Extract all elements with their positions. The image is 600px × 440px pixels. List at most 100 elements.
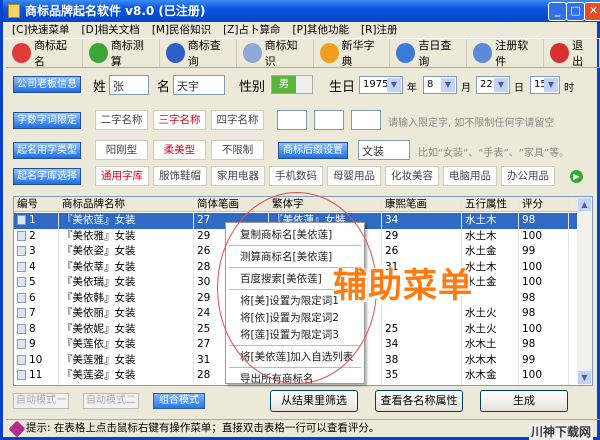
option-type_opts[interactable]: 不限制 [211,140,264,160]
toolbar-heart-button[interactable]: 商标起名 [6,39,83,68]
hour-select[interactable]: 15 ▼ [530,76,560,94]
library-button[interactable]: 起名字库选择 [13,168,81,185]
company-info-button[interactable]: 公司老板信息 [13,76,81,93]
vertical-scrollbar[interactable]: ▲ ▼ [577,197,592,385]
cell-text: 3 [29,245,36,257]
row-icon [17,308,26,318]
given-name-input[interactable]: 天宇 [173,75,225,95]
day-select[interactable]: 22 ▼ [476,76,510,94]
cell-text: 30 [197,385,210,386]
cell-text: 31 [197,353,211,366]
month-unit: 月 [461,83,471,94]
toolbar-arrow-right-button[interactable]: 商标测算 [83,39,160,68]
minimize-button[interactable]: _ [548,2,567,21]
option-type_opts[interactable]: 柔美型 [153,140,206,160]
menu-item[interactable]: [M]民俗知识 [152,22,211,38]
toolbar-label: 退出 [572,39,584,68]
mode-button[interactable]: 组合模式 [153,393,205,409]
table-cell: 99 [519,352,569,368]
cell-text: 98 [522,214,536,226]
table-cell: 100 [519,228,569,244]
column-header[interactable]: 评分 [519,197,569,211]
suffix-input[interactable]: 文装 [358,140,410,160]
char-type-button[interactable]: 起名用字类型 [13,142,81,159]
toolbar-question-button[interactable]: 商标查询 [160,39,237,68]
cell-text: 水土火 [465,322,497,335]
column-header[interactable]: 康熙笔画 [382,197,462,211]
cell-text: 26 [385,245,399,257]
status-text: 提示: 在表格上点击鼠标右键有操作菜单；直接双击表格一行可以查看评分。 [26,422,380,434]
table-cell: 35 [382,368,462,384]
windows-logo-icon [319,43,339,63]
surname-input[interactable]: 张 [109,75,149,95]
action-button[interactable]: 从结果里筛选 [270,390,358,412]
column-header[interactable]: 五行属性 [462,197,519,211]
maximize-button[interactable]: □ [566,2,585,21]
toolbar-globe-button[interactable]: 吉日查询 [390,39,468,68]
option-lib_opts[interactable]: 母婴用品 [327,166,381,186]
cell-text: 99 [522,245,536,257]
mode-button[interactable]: 自动模式一 [13,393,69,409]
row-icon [17,277,26,287]
option-lib_opts[interactable]: 通用字库 [95,166,149,186]
mode-button[interactable]: 自动模式二 [83,393,139,409]
table-cell: 『美莲雅』女装 [59,352,194,368]
menu-bar: [C]快速菜单 [D]相关文档 [M]民俗知识 [Z]占卜算命 [P]其他功能 [R]注册 [6,22,600,38]
menu-item[interactable]: [C]快速菜单 [12,22,70,38]
row-icon [17,261,26,272]
column-header[interactable]: 编号 [14,197,59,211]
row-icon [17,370,26,380]
option-count_opts[interactable]: 四字名称 [211,110,264,130]
close-button[interactable]: ✕ [584,2,600,21]
toolbar-close-x-button[interactable]: 退出 [544,39,600,68]
cell-text: 100 [522,260,543,273]
day-unit: 日 [514,83,524,94]
menu-item[interactable]: [R]注册 [361,22,398,38]
table-cell: 5 [14,275,59,291]
toolbar-computer-button[interactable]: 注册软件 [467,39,545,68]
menu-item[interactable]: [P]其他功能 [292,22,349,38]
toolbar-windows-logo-button[interactable]: 新华字典 [314,39,391,68]
option-lib_opts[interactable]: 办公用品 [501,166,555,186]
toolbar-document-button[interactable]: 商标知识 [237,39,314,68]
menu-item[interactable]: [Z]占卜算命 [223,22,280,38]
table-cell: 3 [14,244,59,260]
cell-text: 35 [385,369,399,381]
limit-char-2[interactable] [314,110,344,130]
cell-text: 2 [29,229,36,242]
cell-text: 水土火 [465,307,497,319]
limit-hint: 请输入限定字, 如不限制任何字请留空 [388,118,555,129]
action-button[interactable]: 生成 [480,390,568,412]
year-select[interactable]: 1975 ▼ [359,76,403,94]
option-lib_opts[interactable]: 手机数码 [269,166,323,186]
row-icon [17,339,26,349]
column-header[interactable]: 商标品牌名称 [59,197,194,211]
toolbar-label: 吉日查询 [418,39,452,68]
cell-text: 『美依丽』女装 [62,307,136,319]
gender-toggle[interactable]: 男 [271,75,313,94]
name-length-button[interactable]: 字数字词限定 [13,112,81,129]
cell-text: 水木木 [465,353,497,366]
action-button[interactable]: 查看各名称属性 [375,390,463,412]
option-type_opts[interactable]: 阳刚型 [95,140,148,160]
option-lib_opts[interactable]: 服饰鞋帽 [153,166,207,186]
month-select[interactable]: 8 ▼ [423,76,457,94]
next-arrow-icon[interactable]: ▶ [570,170,583,183]
option-count_opts[interactable]: 三字名称 [153,110,206,130]
option-lib_opts[interactable]: 化妆美容 [385,166,439,186]
cell-text: 29 [385,229,399,242]
table-cell: 『美莲依』女装 [59,337,194,353]
limit-char-3[interactable] [351,110,381,130]
app-icon [8,4,20,18]
gender-value: 男 [272,76,296,93]
suffix-settings-button[interactable]: 商标后缀设置 [278,142,348,159]
limit-char-1[interactable] [277,110,307,130]
option-lib_opts[interactable]: 家用电器 [211,166,265,186]
option-count_opts[interactable]: 二字名称 [95,110,148,130]
table-cell: 9 [14,337,59,353]
cell-text: 11 [29,369,43,381]
cell-text: 『美莲雅』女装 [62,353,136,366]
menu-item[interactable]: [D]相关文档 [82,22,140,38]
row-icon [17,215,26,225]
option-lib_opts[interactable]: 电脑用品 [443,166,497,186]
